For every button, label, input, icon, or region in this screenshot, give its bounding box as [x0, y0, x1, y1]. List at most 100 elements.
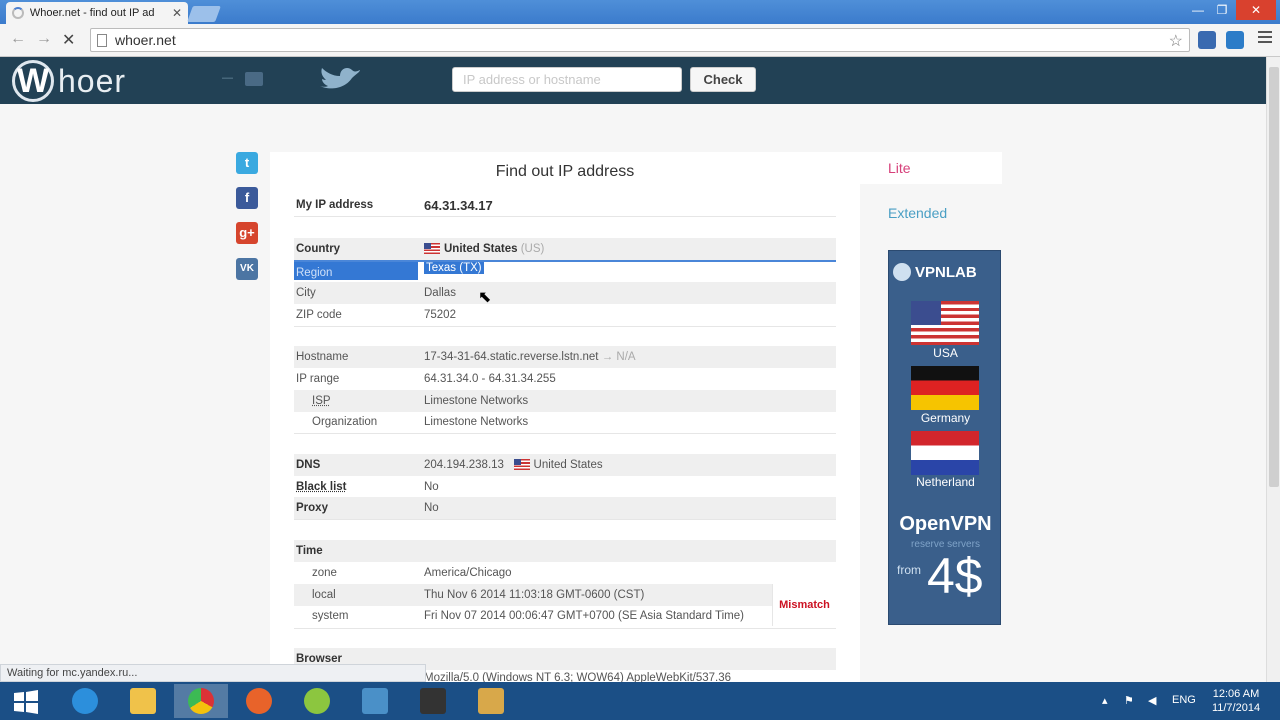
city-row: City Dallas	[294, 282, 836, 304]
app-icon	[478, 688, 504, 714]
taskbar-app[interactable]	[406, 684, 460, 718]
vk-icon[interactable]: VK	[236, 258, 258, 280]
windows-start-icon[interactable]	[14, 690, 38, 714]
taskbar-firefox[interactable]	[232, 684, 286, 718]
back-icon[interactable]: ←	[10, 30, 26, 48]
taskbar-ie[interactable]	[58, 684, 112, 718]
app-icon	[304, 688, 330, 714]
vpnlab-ad-banner[interactable]: VPNLAB USA Germany Netherland OpenVPN re…	[888, 250, 1001, 625]
ip-search-input[interactable]: IP address or hostname	[452, 67, 682, 92]
my-ip-row: My IP address 64.31.34.17	[294, 194, 836, 216]
proxy-label: Proxy	[296, 502, 328, 514]
country-value-cell: United States (US)	[424, 243, 544, 255]
ad-from-label: from	[897, 563, 921, 577]
hostname-value-cell: 17-34-31-64.static.reverse.lstn.net → N/…	[424, 351, 636, 363]
taskbar-app[interactable]	[464, 684, 518, 718]
country-value: United States	[444, 243, 518, 255]
local-value: Thu Nov 6 2014 11:03:18 GMT-0600 (CST)	[424, 589, 645, 601]
stop-icon[interactable]: ✕	[62, 30, 75, 50]
organization-label: Organization	[312, 416, 378, 428]
scrollbar-thumb[interactable]	[1269, 67, 1279, 487]
isp-value: Limestone Networks	[424, 395, 529, 407]
clock-time: 12:06 AM	[1212, 688, 1260, 700]
ip-range-value: 64.31.34.0 - 64.31.34.255	[424, 373, 556, 385]
tab-title: Whoer.net - find out IP ad	[29, 7, 155, 19]
volume-icon[interactable]: ◀	[1148, 694, 1156, 707]
tab-lite-label: Lite	[888, 160, 911, 176]
organization-value: Limestone Networks	[424, 416, 529, 428]
ad-price: 4$	[927, 548, 983, 604]
dns-value: 204.194.238.13	[424, 459, 504, 471]
menu-icon[interactable]	[1258, 31, 1272, 46]
blacklist-row: Black list No	[294, 476, 836, 498]
maximize-button[interactable]: ❐	[1210, 0, 1234, 20]
blacklist-label[interactable]: Black list	[296, 481, 347, 493]
region-value: Texas (TX)	[424, 262, 484, 274]
twitter-icon[interactable]: t	[236, 152, 258, 174]
app-icon	[420, 688, 446, 714]
logo-text: hoer	[58, 63, 127, 99]
tray-arrow-icon[interactable]: ▴	[1102, 694, 1108, 707]
check-button[interactable]: Check	[690, 67, 756, 92]
tab-extended[interactable]: Extended	[888, 205, 947, 221]
facebook-icon[interactable]: f	[236, 187, 258, 209]
taskbar-clock[interactable]: 12:06 AM 11/7/2014	[1204, 687, 1268, 715]
germany-flag-icon	[911, 366, 979, 410]
extension-icon[interactable]	[1198, 31, 1216, 49]
city-value: Dallas	[424, 287, 456, 299]
taskbar-app[interactable]	[290, 684, 344, 718]
minimize-button[interactable]: —	[1186, 0, 1210, 20]
zone-row: zone America/Chicago	[294, 562, 836, 584]
zip-value: 75202	[424, 309, 456, 321]
country-label: Country	[296, 243, 341, 255]
ad-country-germany: Germany	[920, 411, 971, 425]
ad-brand: VPNLAB	[893, 263, 998, 281]
city-label: City	[296, 287, 316, 299]
tab-lite[interactable]: Lite	[860, 152, 1002, 184]
system-time-row: system Fri Nov 07 2014 00:06:47 GMT+0700…	[294, 605, 772, 627]
divider	[294, 628, 836, 629]
network-icon[interactable]: ⚑	[1124, 694, 1134, 707]
hostname-row: Hostname 17-34-31-64.static.reverse.lstn…	[294, 346, 836, 368]
hostname-suffix: → N/A	[601, 351, 636, 363]
tab-close-icon[interactable]: ✕	[172, 6, 182, 20]
netherlands-flag-icon	[911, 431, 979, 475]
status-bubble: Waiting for mc.yandex.ru...	[0, 664, 426, 682]
taskbar-app[interactable]	[348, 684, 402, 718]
zip-row: ZIP code 75202	[294, 304, 836, 326]
divider	[294, 519, 836, 520]
close-window-button[interactable]: ✕	[1236, 0, 1276, 20]
browser-tab[interactable]: Whoer.net - find out IP ad ✕	[6, 2, 188, 24]
browser-toolbar: ← → ✕ whoer.net ☆	[0, 24, 1280, 57]
system-label: system	[312, 610, 349, 622]
bookmark-star-icon[interactable]: ☆	[1169, 31, 1183, 51]
page-scrollbar[interactable]	[1266, 57, 1280, 682]
taskbar-explorer[interactable]	[116, 684, 170, 718]
chrome-icon	[188, 688, 214, 714]
zone-value: America/Chicago	[424, 567, 512, 579]
lang-selector[interactable]: —	[222, 72, 233, 84]
url-text: whoer.net	[115, 32, 176, 48]
google-plus-icon[interactable]: g+	[236, 222, 258, 244]
ad-country-netherland: Netherland	[916, 475, 975, 489]
useragent-value: Mozilla/5.0 (Windows NT 6.3; WOW64) Appl…	[424, 672, 732, 682]
local-label: local	[312, 589, 336, 601]
folder-icon	[130, 688, 156, 714]
address-bar[interactable]: whoer.net ☆	[90, 28, 1190, 52]
dns-country: United States	[533, 459, 603, 471]
extension-icon[interactable]	[1226, 31, 1244, 49]
divider	[294, 216, 836, 217]
isp-label[interactable]: ISP	[312, 395, 331, 407]
app-icon	[362, 688, 388, 714]
lang-flag-icon[interactable]	[245, 72, 263, 86]
forward-icon[interactable]: →	[36, 30, 52, 48]
taskbar-chrome[interactable]	[174, 684, 228, 718]
firefox-icon	[246, 688, 272, 714]
country-code: (US)	[520, 243, 545, 255]
input-lang[interactable]: ENG	[1172, 694, 1196, 706]
page-title: Find out IP address	[495, 163, 635, 180]
usa-flag-icon	[911, 301, 979, 345]
time-label: Time	[296, 545, 323, 557]
new-tab-button[interactable]	[187, 6, 221, 22]
us-flag-icon	[424, 243, 440, 255]
